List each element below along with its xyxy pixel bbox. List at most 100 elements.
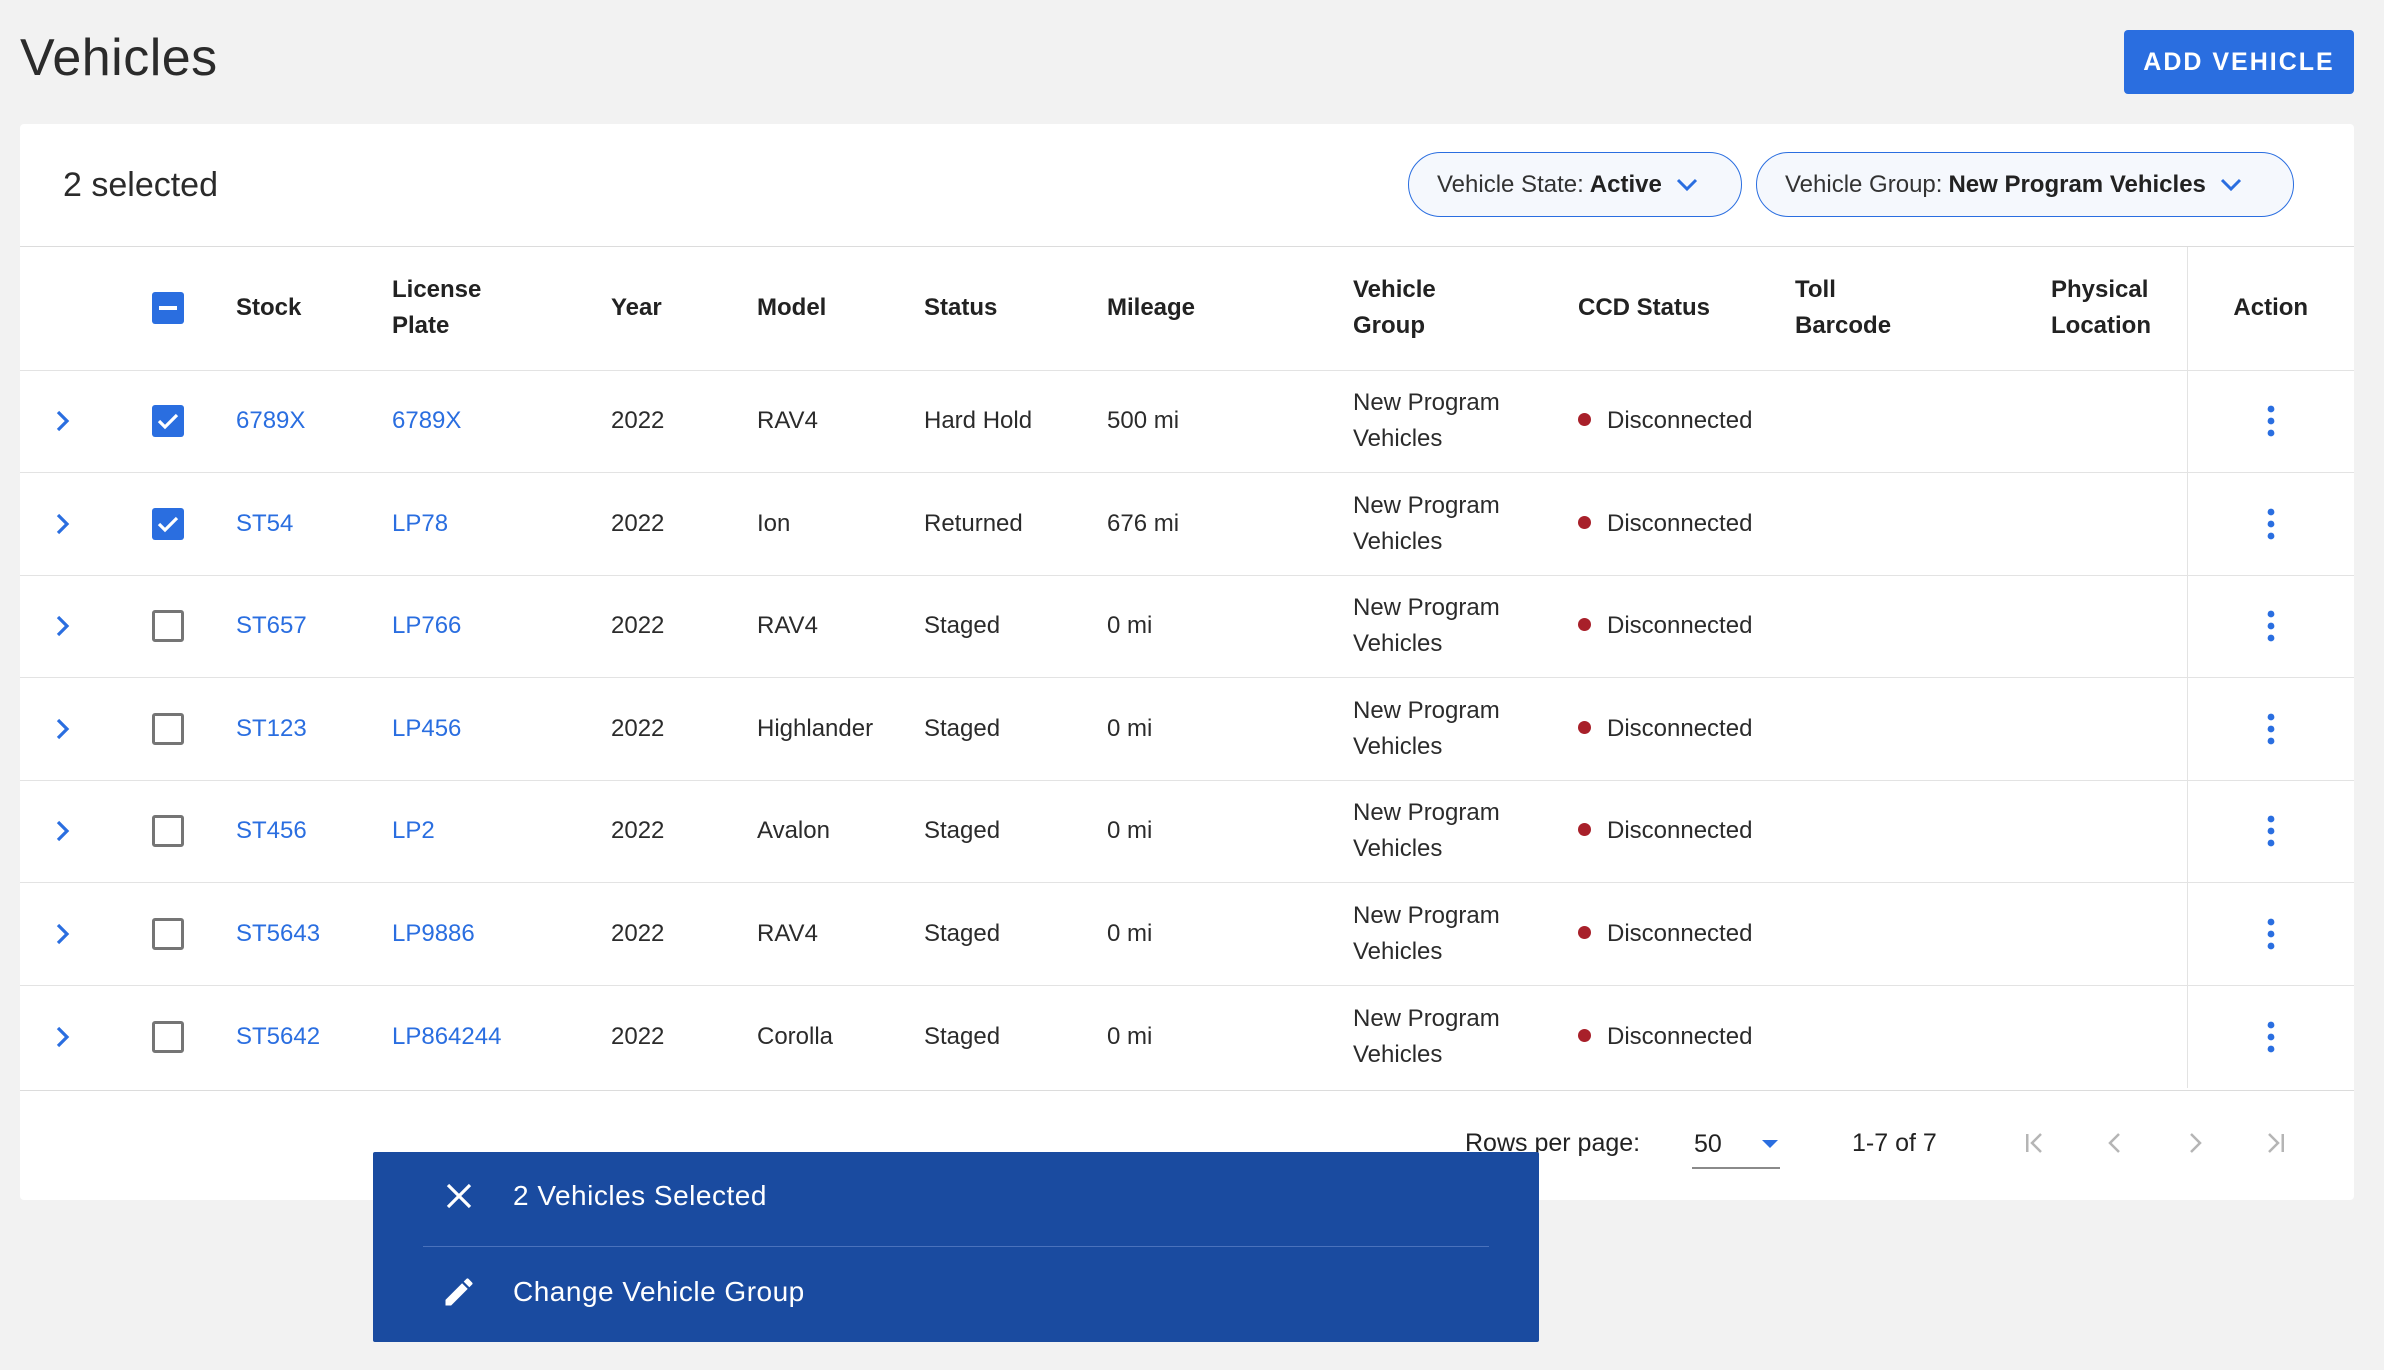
- table-row: ST5642 LP864244 2022 Corolla Staged 0 mi New P…: [20, 985, 2354, 1088]
- row-checkbox[interactable]: [152, 507, 184, 540]
- checkmark-icon: [157, 516, 179, 533]
- more-vert-icon[interactable]: [2188, 508, 2355, 540]
- vehicles-table: Stock License Plate Year Model Status Mil…: [20, 247, 2354, 1088]
- chevron-right-icon[interactable]: [20, 612, 106, 640]
- action-cell: [2186, 985, 2355, 1088]
- mileage-cell: 0 mi: [1107, 714, 1153, 742]
- select-cell: [106, 678, 236, 781]
- stock-link[interactable]: 6789X: [236, 370, 392, 473]
- row-checkbox[interactable]: [152, 405, 184, 438]
- license-plate-link[interactable]: LP2: [392, 780, 611, 883]
- model-cell: Corolla: [757, 1022, 834, 1050]
- chevron-down-icon: [1676, 178, 1698, 192]
- select-cell: [106, 985, 236, 1088]
- more-vert-icon[interactable]: [2188, 610, 2355, 642]
- column-header-vehicle-group[interactable]: Vehicle Group: [1353, 247, 1578, 370]
- toll-barcode-cell: [1795, 473, 2051, 576]
- caret-down-icon: [1762, 1140, 1778, 1148]
- column-header-status[interactable]: Status: [924, 247, 1107, 370]
- column-header-physical-location[interactable]: Physical Location: [2051, 247, 2187, 370]
- column-header-mileage[interactable]: Mileage: [1107, 247, 1353, 370]
- license-plate-link[interactable]: LP766: [392, 575, 611, 678]
- vehicle-group-cell: New Program Vehicles: [1353, 389, 1500, 453]
- physical-location-cell: [2051, 678, 2187, 781]
- first-page-button[interactable]: [2015, 1123, 2055, 1163]
- row-checkbox[interactable]: [152, 712, 184, 745]
- row-checkbox[interactable]: [152, 610, 184, 643]
- mileage-cell: 0 mi: [1107, 612, 1153, 640]
- stock-link[interactable]: ST123: [236, 678, 392, 781]
- chevron-right-icon[interactable]: [20, 407, 106, 435]
- license-plate-link[interactable]: LP864244: [392, 985, 611, 1088]
- vehicle-state-filter[interactable]: Vehicle State: Active: [1408, 152, 1742, 217]
- close-icon[interactable]: [439, 1176, 479, 1216]
- next-page-button[interactable]: [2175, 1123, 2215, 1163]
- page-range: 1-7 of 7: [1852, 1129, 1937, 1157]
- expand-cell: [20, 780, 106, 883]
- change-vehicle-group-button[interactable]: Change Vehicle Group: [373, 1248, 1539, 1336]
- row-checkbox[interactable]: [152, 917, 184, 950]
- status-cell: Staged: [924, 714, 1001, 742]
- last-page-button[interactable]: [2255, 1123, 2295, 1163]
- more-vert-icon[interactable]: [2188, 1021, 2355, 1053]
- action-cell: [2186, 575, 2355, 678]
- add-vehicle-button[interactable]: ADD VEHICLE: [2124, 30, 2354, 94]
- stock-link[interactable]: ST5643: [236, 883, 392, 986]
- vehicle-group-cell: New Program Vehicles: [1353, 696, 1500, 760]
- vehicle-group-filter[interactable]: Vehicle Group: New Program Vehicles: [1756, 152, 2294, 217]
- more-vert-icon[interactable]: [2188, 918, 2355, 950]
- select-cell: [106, 780, 236, 883]
- more-vert-icon[interactable]: [2188, 713, 2355, 745]
- stock-link[interactable]: ST54: [236, 473, 392, 576]
- year-cell: 2022: [611, 919, 665, 947]
- chevron-right-icon[interactable]: [20, 1023, 106, 1051]
- column-header-license-plate[interactable]: License Plate: [392, 247, 611, 370]
- chevron-right-icon: [2190, 1133, 2202, 1153]
- chevron-right-icon[interactable]: [20, 510, 106, 538]
- mileage-cell: 0 mi: [1107, 919, 1153, 947]
- stock-link[interactable]: ST5642: [236, 985, 392, 1088]
- row-checkbox[interactable]: [152, 1020, 184, 1053]
- column-header-ccd-status[interactable]: CCD Status: [1578, 247, 1795, 370]
- toll-barcode-cell: [1795, 780, 2051, 883]
- model-cell: RAV4: [757, 612, 818, 640]
- select-all-checkbox[interactable]: [152, 292, 184, 325]
- clear-selection-row[interactable]: 2 Vehicles Selected: [373, 1152, 1539, 1240]
- vehicles-card: 2 selected Vehicle State: Active Vehicle…: [20, 124, 2354, 1200]
- chevron-down-icon: [2220, 178, 2242, 192]
- filter-value: Active: [1589, 170, 1662, 198]
- column-header-stock[interactable]: Stock: [236, 247, 392, 370]
- model-cell: RAV4: [757, 919, 818, 947]
- column-header-year[interactable]: Year: [611, 247, 757, 370]
- chevron-right-icon[interactable]: [20, 715, 106, 743]
- stock-link[interactable]: ST657: [236, 575, 392, 678]
- expand-cell: [20, 473, 106, 576]
- action-cell: [2186, 370, 2355, 473]
- stock-link[interactable]: ST456: [236, 780, 392, 883]
- column-header-toll-barcode[interactable]: Toll Barcode: [1795, 247, 2051, 370]
- model-cell: Ion: [757, 509, 791, 537]
- column-header-action: Action: [2186, 247, 2354, 370]
- previous-page-button[interactable]: [2095, 1123, 2135, 1163]
- toll-barcode-cell: [1795, 575, 2051, 678]
- more-vert-icon[interactable]: [2188, 405, 2355, 437]
- ccd-status-cell: Disconnected: [1578, 473, 1795, 576]
- row-checkbox[interactable]: [152, 815, 184, 848]
- license-plate-link[interactable]: 6789X: [392, 370, 611, 473]
- chevron-right-icon[interactable]: [20, 920, 106, 948]
- vehicle-group-cell: New Program Vehicles: [1353, 901, 1500, 965]
- license-plate-link[interactable]: LP78: [392, 473, 611, 576]
- license-plate-link[interactable]: LP456: [392, 678, 611, 781]
- toll-barcode-cell: [1795, 370, 2051, 473]
- table-row: ST54 LP78 2022 Ion Returned 676 mi New Program…: [20, 472, 2355, 576]
- table-row: ST657 LP766 2022 RAV4 Staged 0 mi New Program V…: [20, 575, 2354, 678]
- column-header-model[interactable]: Model: [757, 247, 924, 370]
- minus-icon: [159, 306, 177, 311]
- chevron-right-icon[interactable]: [20, 817, 106, 845]
- more-vert-icon[interactable]: [2188, 815, 2355, 847]
- select-cell: [106, 370, 236, 473]
- mileage-cell: 676 mi: [1107, 509, 1180, 537]
- license-plate-link[interactable]: LP9886: [392, 883, 611, 986]
- select-cell: [106, 575, 236, 678]
- rows-per-page-select[interactable]: 50: [1692, 1121, 1780, 1169]
